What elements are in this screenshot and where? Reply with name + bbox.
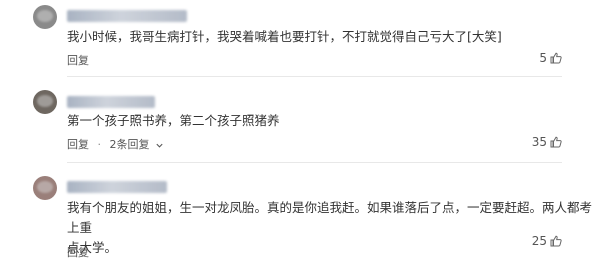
divider [67,162,562,163]
comment-text: 我有个朋友的姐姐，生一对龙凤胎。真的是你追我赶。如果谁落后了点，一定要赶超。两人… [67,198,600,258]
thumbs-up-icon[interactable] [550,136,562,148]
comment-item: 我小时候，我哥生病打针，我哭着喊着也要打针，不打就觉得自己亏大了[大笑] 回复 … [0,0,600,78]
username-blurred[interactable] [67,181,167,193]
avatar[interactable] [33,5,57,29]
divider [67,76,562,77]
comment-item: 我有个朋友的姐姐，生一对龙凤胎。真的是你追我赶。如果谁落后了点，一定要赶超。两人… [0,164,600,265]
comment-text: 我小时候，我哥生病打针，我哭着喊着也要打针，不打就觉得自己亏大了[大笑] [67,29,502,44]
username-blurred[interactable] [67,96,155,108]
comment-actions: 回复 · 2条回复 [67,136,164,152]
reply-button[interactable]: 回复 [67,52,89,68]
like-count: 5 [539,51,547,65]
separator-dot: · [97,138,102,151]
expand-replies-link[interactable]: 2条回复 [110,136,165,152]
chevron-down-icon [156,143,163,148]
like-count: 25 [531,234,547,248]
thumbs-up-icon[interactable] [550,235,562,247]
like-control[interactable]: 35 [532,135,562,149]
username-blurred[interactable] [67,10,187,22]
expand-replies-label: 2条回复 [109,138,150,151]
reply-button[interactable]: 回复 [67,244,89,260]
reply-button[interactable]: 回复 [67,136,89,152]
avatar[interactable] [33,90,57,114]
like-count: 35 [531,135,547,149]
avatar[interactable] [33,176,57,200]
comment-actions: 回复 [67,244,89,260]
like-control[interactable]: 25 [532,234,562,248]
comment-text-line: 我有个朋友的姐姐，生一对龙凤胎。真的是你追我赶。如果谁落后了点，一定要赶超。两人… [67,200,593,235]
comment-item: 第一个孩子照书养，第二个孩子照猪养 回复 · 2条回复 35 [0,78,600,164]
comment-text: 第一个孩子照书养，第二个孩子照猪养 [67,113,280,128]
thumbs-up-icon[interactable] [550,52,562,64]
comment-text-line: 点大学。 [67,240,118,255]
comment-actions: 回复 [67,52,89,68]
like-control[interactable]: 5 [539,51,562,65]
